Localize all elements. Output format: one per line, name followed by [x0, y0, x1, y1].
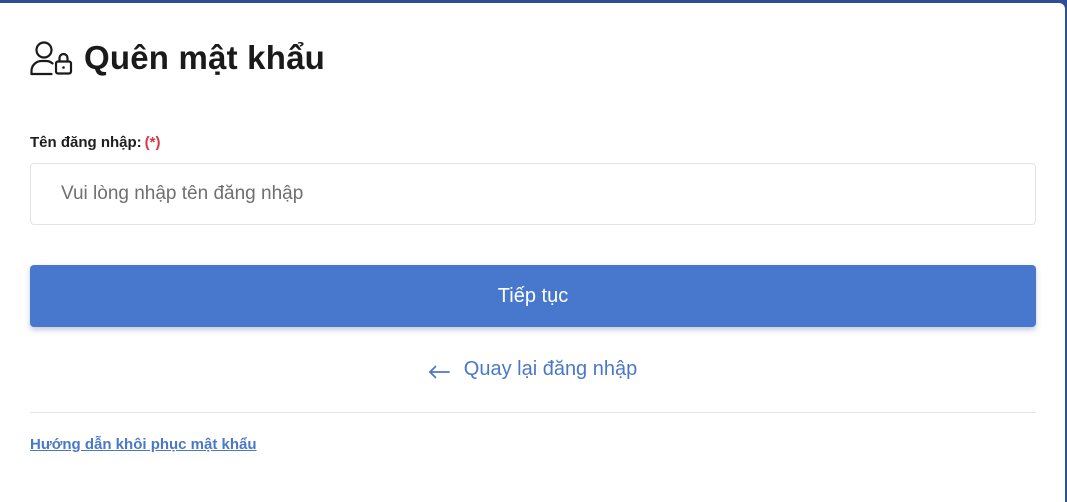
user-lock-icon — [30, 40, 74, 76]
page-header: Quên mật khẩu — [30, 39, 325, 77]
page-title: Quên mật khẩu — [84, 39, 325, 76]
username-label-text: Tên đăng nhập: — [30, 134, 142, 151]
back-to-login-label: Quay lại đăng nhập — [463, 357, 638, 380]
username-label: Tên đăng nhập: (*) — [30, 134, 161, 151]
forgot-password-card: Quên mật khẩu Tên đăng nhập:(*) Tiếp tục… — [0, 3, 1065, 502]
back-to-login-link[interactable]: Quay lại đăng nhập — [0, 353, 1065, 385]
arrow-left-icon — [428, 362, 450, 379]
username-input[interactable] — [30, 163, 1036, 225]
required-marker: (*) — [144, 134, 161, 151]
divider — [30, 412, 1036, 413]
continue-button[interactable]: Tiếp tục — [30, 265, 1036, 327]
recovery-guide-link[interactable]: Hướng dẫn khôi phục mật khẩu — [30, 436, 257, 453]
